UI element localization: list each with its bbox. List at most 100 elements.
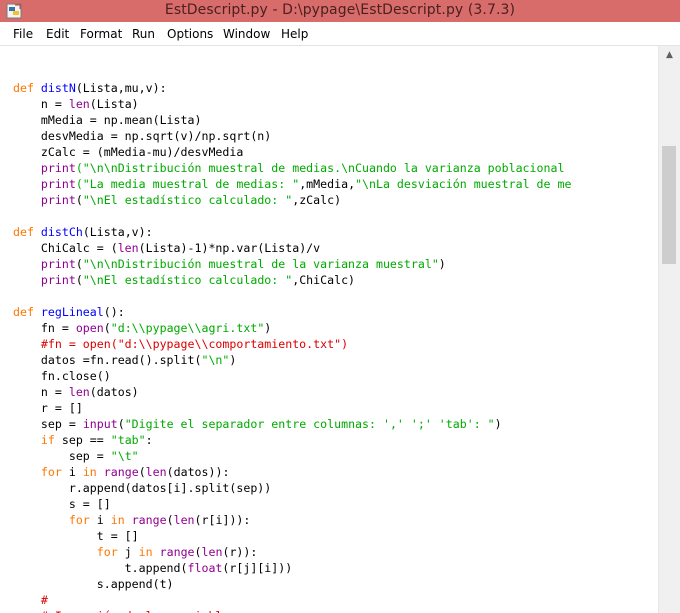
code-token: ) [494,417,502,431]
code-token: (Lista)-1)*np.var(Lista)/v [138,241,321,255]
string-token: "\t" [110,449,139,463]
code-token: fn = [13,321,76,335]
code-token: ( [138,465,146,479]
code-line[interactable]: def distCh(Lista,v): [13,224,153,240]
code-line[interactable]: datos =fn.read().split("\n") [13,352,236,368]
function-name-token: distCh [40,225,83,239]
menu-options[interactable]: Options [167,27,213,41]
keyword-token: if [40,433,55,447]
code-line[interactable]: if sep == "tab": [13,432,153,448]
menu-edit[interactable]: Edit [46,27,69,41]
code-line[interactable]: sep = input("Digite el separador entre c… [13,416,502,432]
keyword-token: def [13,305,41,319]
code-line[interactable]: print("\nEl estadístico calculado: ",Chi… [13,272,355,288]
code-line[interactable]: #fn = open("d:\\pypage\\comportamiento.t… [13,336,348,352]
code-line[interactable]: mMedia = np.mean(Lista) [13,112,202,128]
code-line[interactable]: n = len(datos) [13,384,139,400]
code-token: i [61,465,83,479]
code-line[interactable]: print("La media muestral de medias: ",mM… [13,176,572,192]
code-token: s = [] [13,497,111,511]
builtin-token: len [117,241,139,255]
code-token: (Lista) [89,97,139,111]
code-line[interactable]: sep = "\t" [13,448,139,464]
builtin-token: open [75,321,104,335]
code-editor[interactable]: def distN(Lista,mu,v): n = len(Lista) mM… [0,46,658,613]
builtin-token: len [201,545,223,559]
function-name-token: distN [40,81,76,95]
code-token: zCalc = (mMedia-mu)/desvMedia [13,145,244,159]
code-line[interactable]: for j in range(len(r)): [13,544,258,560]
code-token: ) [438,257,446,271]
code-line[interactable]: # [13,592,48,608]
code-token: ( [194,545,202,559]
menu-file[interactable]: File [13,27,33,41]
builtin-token: len [145,465,167,479]
code-line[interactable]: s = [] [13,496,111,512]
builtin-token: len [68,385,90,399]
menu-run[interactable]: Run [132,27,155,41]
builtin-token: len [68,97,90,111]
code-token: (Lista,v): [82,225,153,239]
code-token: (r[i])): [194,513,251,527]
code-token: desvMedia = np.sqrt(v)/np.sqrt(n) [13,129,272,143]
code-line[interactable]: r.append(datos[i].split(sep)) [13,480,271,496]
builtin-token: range [131,513,167,527]
code-token: ) [264,321,272,335]
menu-format[interactable]: Format [80,27,122,41]
code-line[interactable]: def regLineal(): [13,304,125,320]
vertical-scrollbar[interactable]: ▲ [658,46,680,613]
code-token: ( [166,513,174,527]
title-bar: EstDescript.py - D:\pypage\EstDescript.p… [0,0,680,22]
code-line[interactable]: t = [] [13,528,139,544]
builtin-token: print [40,257,76,271]
code-line[interactable]: ChiCalc = (len(Lista)-1)*np.var(Lista)/v [13,240,320,256]
code-token: t.append( [13,561,188,575]
code-line[interactable]: desvMedia = np.sqrt(v)/np.sqrt(n) [13,128,271,144]
menu-help[interactable]: Help [281,27,308,41]
code-line[interactable]: zCalc = (mMedia-mu)/desvMedia [13,144,243,160]
code-token: (datos)): [166,465,230,479]
keyword-token: in [82,465,97,479]
string-token: ("La media muestral de medias: " [75,177,300,191]
scroll-up-arrow-icon[interactable]: ▲ [659,46,680,64]
code-line[interactable]: s.append(t) [13,576,174,592]
builtin-token: range [103,465,139,479]
code-token: ( [117,417,125,431]
scroll-thumb[interactable] [662,146,676,264]
code-line[interactable]: r = [] [13,400,83,416]
keyword-token: in [138,545,153,559]
code-line[interactable]: # Impresión de las variables [13,608,236,613]
code-line[interactable]: print("\n\nDistribución muestral de la v… [13,256,446,272]
code-line[interactable]: for i in range(len(r[i])): [13,512,251,528]
code-line[interactable]: def distN(Lista,mu,v): [13,80,167,96]
code-line[interactable]: t.append(float(r[j][i])) [13,560,293,576]
builtin-token: print [40,161,76,175]
code-line[interactable]: for i in range(len(datos)): [13,464,230,480]
code-line[interactable]: fn = open("d:\\pypage\\agri.txt") [13,320,271,336]
code-token: sep = [13,449,111,463]
code-line[interactable]: fn.close() [13,368,111,384]
function-name-token: regLineal [40,305,104,319]
code-token: ,ChiCalc) [292,273,356,287]
string-token: "\n\nDistribución muestral de la varianz… [82,257,439,271]
menu-window[interactable]: Window [223,27,270,41]
code-line[interactable]: print("\nEl estadístico calculado: ",zCa… [13,192,341,208]
keyword-token: for [96,545,118,559]
code-line[interactable]: print("\n\nDistribución muestral de medi… [13,160,565,176]
builtin-token: print [40,193,76,207]
builtin-token: print [40,177,76,191]
builtin-token: input [82,417,118,431]
code-token: s.append(t) [13,577,174,591]
builtin-token: print [40,273,76,287]
code-token: datos =fn.read().split( [13,353,202,367]
builtin-token: range [159,545,195,559]
code-line[interactable]: n = len(Lista) [13,96,139,112]
